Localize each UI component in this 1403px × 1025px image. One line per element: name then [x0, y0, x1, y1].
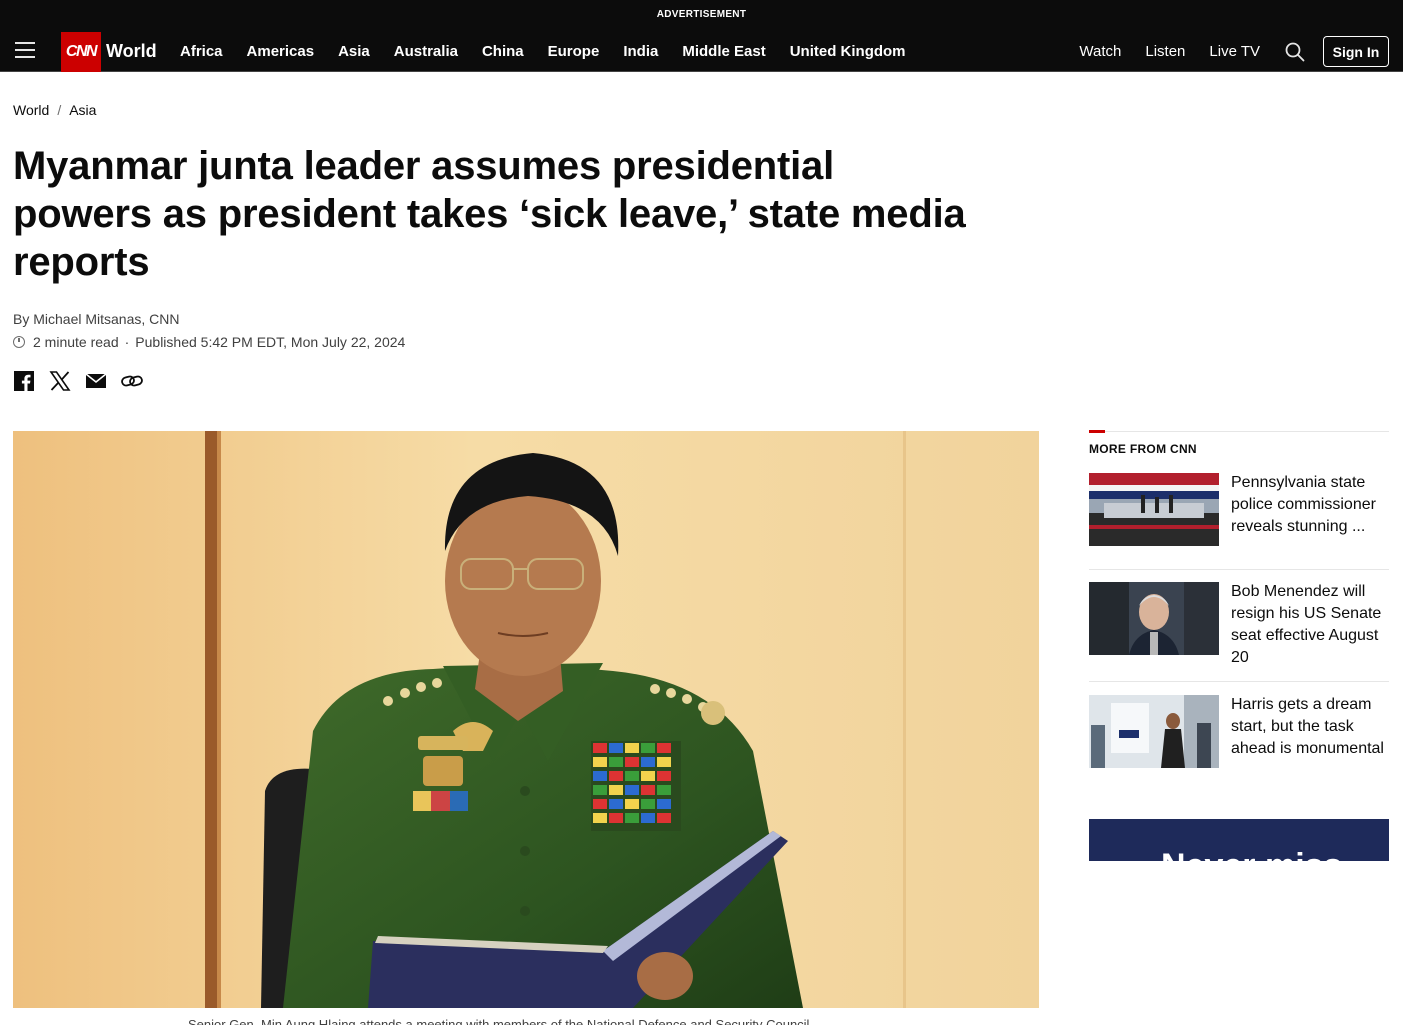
image-caption: Senior Gen. Min Aung Hlaing attends a me…: [188, 1017, 810, 1025]
nav-item-china[interactable]: China: [482, 43, 524, 60]
nav-item-asia[interactable]: Asia: [338, 43, 370, 60]
search-icon[interactable]: [1285, 42, 1305, 62]
share-bar: [13, 370, 143, 392]
sign-in-button[interactable]: Sign In: [1323, 36, 1389, 67]
breadcrumb: World / Asia: [13, 102, 96, 118]
email-icon[interactable]: [85, 370, 107, 392]
advertisement-label: ADVERTISEMENT: [656, 9, 747, 20]
nav-item-africa[interactable]: Africa: [180, 43, 223, 60]
nav-item-india[interactable]: India: [623, 43, 658, 60]
link-icon[interactable]: [121, 370, 143, 392]
card-title[interactable]: Bob Menendez will resign his US Senate s…: [1231, 581, 1389, 669]
article-meta: 2 minute read · Published 5:42 PM EDT, M…: [13, 334, 405, 350]
nav-item-australia[interactable]: Australia: [394, 43, 458, 60]
nav-live-tv[interactable]: Live TV: [1209, 43, 1260, 60]
breadcrumb-separator: /: [57, 102, 62, 118]
card-thumbnail: [1089, 582, 1219, 655]
section-title[interactable]: World: [106, 41, 157, 62]
card-thumbnail: [1089, 473, 1219, 546]
promo-text: Never miss: [1161, 847, 1342, 861]
facebook-icon[interactable]: [13, 370, 35, 392]
top-navigation-bar: ADVERTISEMENT CNN World Africa Americas …: [0, 0, 1403, 72]
nav-watch[interactable]: Watch: [1079, 43, 1121, 60]
lead-image-illustration: [13, 431, 1039, 1008]
published-time: Published 5:42 PM EDT, Mon July 22, 2024: [135, 334, 406, 350]
card-thumbnail: [1089, 695, 1219, 768]
media-nav: Watch Listen Live TV: [1055, 43, 1260, 60]
author-link[interactable]: By Michael Mitsanas, CNN: [13, 311, 180, 327]
sidebar-title: MORE FROM CNN: [1089, 442, 1197, 456]
menu-icon[interactable]: [15, 42, 35, 59]
newsletter-promo[interactable]: Never miss: [1089, 819, 1389, 861]
x-icon[interactable]: [49, 370, 71, 392]
sidebar-card[interactable]: Bob Menendez will resign his US Senate s…: [1089, 582, 1389, 669]
clock-icon: [13, 336, 25, 348]
read-time: 2 minute read: [33, 334, 119, 350]
breadcrumb-asia[interactable]: Asia: [69, 102, 96, 118]
meta-separator: ·: [124, 334, 130, 350]
region-nav: Africa Americas Asia Australia China Eur…: [180, 43, 930, 60]
article-headline: Myanmar junta leader assumes presidentia…: [13, 144, 966, 284]
sidebar-divider: [1089, 430, 1389, 433]
cnn-logo[interactable]: CNN: [61, 32, 101, 72]
nav-item-united-kingdom[interactable]: United Kingdom: [790, 43, 906, 60]
card-title[interactable]: Harris gets a dream start, but the task …: [1231, 694, 1389, 768]
card-divider: [1089, 681, 1389, 682]
nav-item-europe[interactable]: Europe: [548, 43, 600, 60]
lead-image[interactable]: [13, 431, 1039, 1008]
breadcrumb-world[interactable]: World: [13, 102, 49, 118]
card-title[interactable]: Pennsylvania state police commissioner r…: [1231, 472, 1389, 546]
nav-listen[interactable]: Listen: [1145, 43, 1185, 60]
sidebar-card[interactable]: Pennsylvania state police commissioner r…: [1089, 473, 1389, 546]
sidebar-card[interactable]: Harris gets a dream start, but the task …: [1089, 695, 1389, 768]
nav-item-americas[interactable]: Americas: [247, 43, 315, 60]
card-divider: [1089, 569, 1389, 570]
nav-item-middle-east[interactable]: Middle East: [682, 43, 765, 60]
byline: By Michael Mitsanas, CNN: [13, 311, 180, 327]
